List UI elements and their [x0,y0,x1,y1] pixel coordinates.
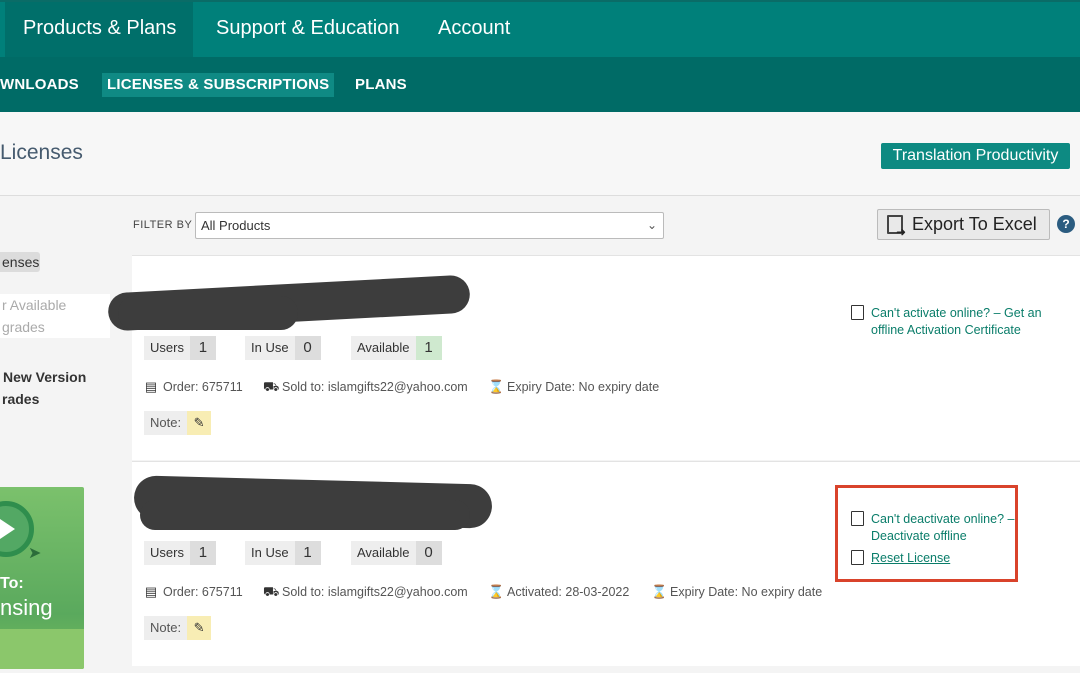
action-text: offline Activation Certificate [871,323,1021,337]
available-count: Available 1 [351,336,442,360]
highlight-annotation-box [835,485,1018,582]
expiry-date: Expiry Date: No expiry date [670,585,823,599]
hourglass-icon: ⌛ [488,584,505,599]
promo-text-line2: nsing [0,595,53,620]
users-value: 1 [189,541,216,565]
promo-text-line1: To: [0,575,24,592]
order-info: ▤ Order: 675711 [144,584,243,600]
subnav-downloads[interactable]: WNLOADS [0,73,79,97]
product-filter-value: All Products [201,218,271,233]
order-number: Order: 675711 [163,585,243,599]
export-label: Export To Excel [912,214,1037,234]
product-filter-select[interactable]: All Products ⌄ [195,212,664,239]
subnav-licenses-subscriptions[interactable]: LICENSES & SUBSCRIPTIONS [102,73,335,97]
expiry-info: ⌛ Expiry Date: No expiry date [651,584,822,600]
available-label: Available [351,336,416,360]
sidebar-item-label: grades [2,319,45,335]
filter-label: FILTER BY [133,219,193,231]
sidebar-item-available-upgrades[interactable]: r Available grades [0,294,110,338]
pencil-icon[interactable]: ✎ [187,411,212,435]
pencil-icon[interactable]: ✎ [187,616,212,640]
available-count: Available 0 [351,541,442,565]
licensing-promo-banner[interactable]: ➤ To: nsing [0,487,84,669]
users-count: Users 1 [144,541,216,565]
in-use-label: In Use [245,336,295,360]
expiry-info: ⌛ Expiry Date: No expiry date [488,379,659,395]
action-text: Can't activate online? – Get an [871,306,1042,320]
hourglass-icon: ⌛ [651,584,668,599]
sub-nav: WNLOADS LICENSES & SUBSCRIPTIONS PLANS [0,57,1080,112]
note-field: Note: ✎ [144,616,212,640]
users-label: Users [144,336,190,360]
sidebar-item-new-version-upgrades[interactable]: New Version rades [0,366,125,410]
in-use-count: In Use 0 [245,336,321,360]
promo-field-image [0,629,84,669]
note-label: Note: [144,411,188,435]
available-value: 1 [415,336,442,360]
help-icon[interactable]: ? [1057,215,1075,233]
in-use-count: In Use 1 [245,541,321,565]
available-label: Available [351,541,416,565]
sidebar-item-label: rades [2,391,40,407]
activated-info: ⌛ Activated: 28-03-2022 [488,584,629,600]
arrow-right-icon: ➜ [896,225,907,239]
hourglass-icon: ⌛ [488,379,505,394]
top-nav: Products & Plans Support & Education Acc… [0,0,1080,57]
sold-to-info: ⛟ Sold to: islamgifts22@yahoo.com [263,584,468,600]
receipt-icon: ▤ [144,379,158,394]
chevron-down-icon: ⌄ [646,218,657,232]
note-label: Note: [144,616,188,640]
sidebar-item-label: New Version [3,369,87,385]
play-triangle-icon [0,517,15,541]
translation-productivity-button[interactable]: Translation Productivity [881,143,1070,169]
expiry-date: Expiry Date: No expiry date [507,380,660,394]
users-label: Users [144,541,190,565]
order-info: ▤ Order: 675711 [144,379,243,395]
cart-icon: ⛟ [263,379,280,394]
receipt-icon: ▤ [144,584,158,599]
in-use-label: In Use [245,541,295,565]
sold-to-info: ⛟ Sold to: islamgifts22@yahoo.com [263,379,468,395]
redacted-product-name [118,296,298,330]
tab-support-education[interactable]: Support & Education [216,2,399,57]
export-to-excel-button[interactable]: ➜ Export To Excel [877,209,1050,240]
cursor-icon: ➤ [28,545,42,562]
activated-date: Activated: 28-03-2022 [507,585,630,599]
in-use-value: 1 [294,541,321,565]
sold-to-email: Sold to: islamgifts22@yahoo.com [282,585,468,599]
offline-activation-link[interactable]: Can't activate online? – Get an offline … [851,305,1042,339]
users-count: Users 1 [144,336,216,360]
tab-account[interactable]: Account [438,2,510,57]
in-use-value: 0 [294,336,321,360]
sold-to-email: Sold to: islamgifts22@yahoo.com [282,380,468,394]
order-number: Order: 675711 [163,380,243,394]
subnav-plans[interactable]: PLANS [355,73,407,97]
available-value: 0 [415,541,442,565]
users-value: 1 [189,336,216,360]
sidebar-item-licenses[interactable]: enses [0,252,40,272]
page-title: Licenses [0,141,83,164]
tab-products-plans[interactable]: Products & Plans [5,2,193,57]
redacted-product-name [140,500,470,530]
cart-icon: ⛟ [263,584,280,599]
sidebar-item-label: r Available [2,297,67,313]
document-icon [851,305,864,320]
note-field: Note: ✎ [144,411,212,435]
